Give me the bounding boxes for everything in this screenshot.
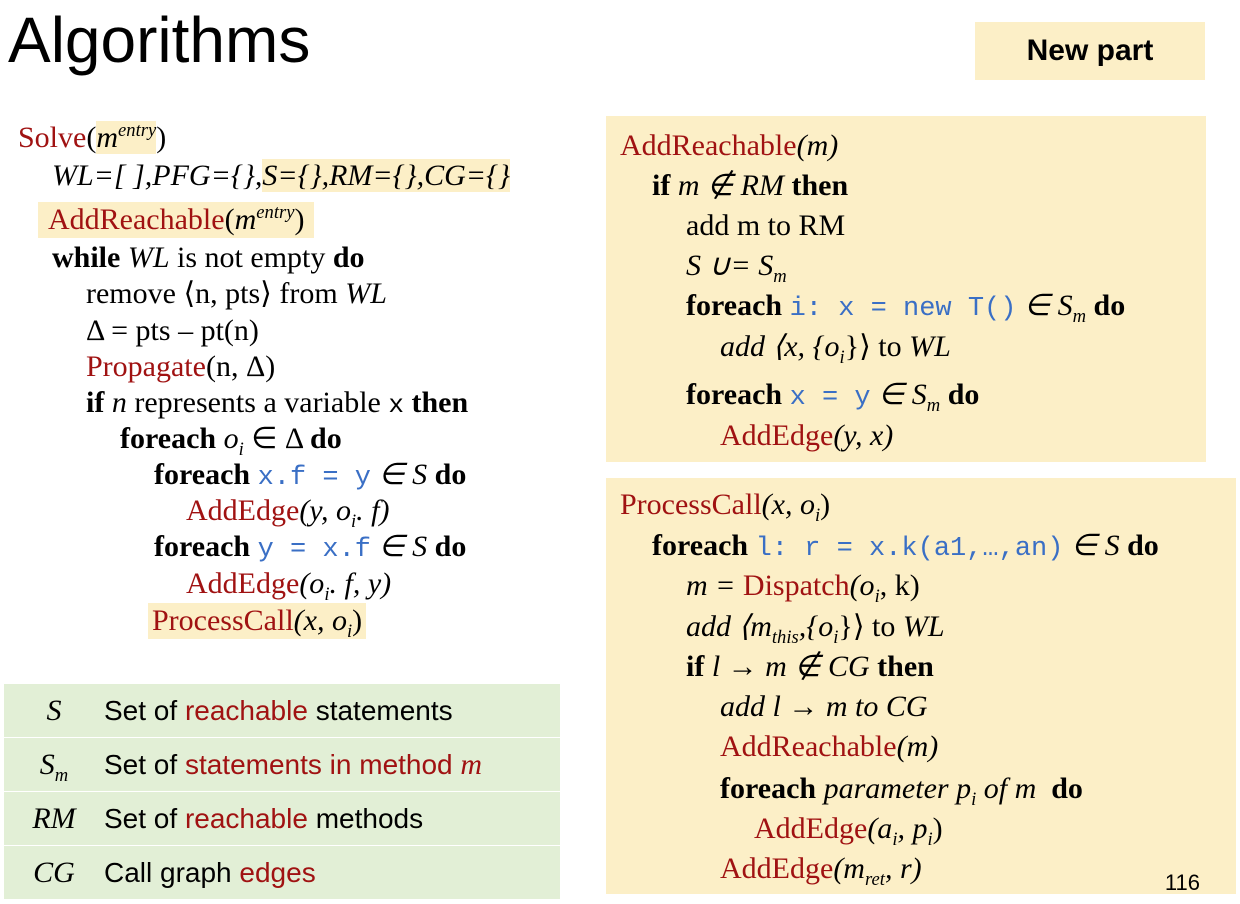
legend-row: CG Call graph edges [4,845,560,900]
processcall-header: ProcessCall(x, oi) [620,488,831,526]
legend-row: Sm Set of statements in method m [4,737,560,792]
processcall-addedge-param: AddEdge(ai, pi) [754,812,943,850]
legend-symbol: RM [32,802,76,835]
solve-init: WL=[ ],PFG={},S={},RM={},CG={} [52,159,511,192]
legend-row: RM Set of reachable methods [4,791,560,846]
solve-addedge-load: AddEdge(oi. f, y) [186,567,392,605]
solve-if: if n represents a variable x then [86,386,469,420]
new-part-badge: New part [975,22,1205,80]
solve-remove: remove ⟨n, pts⟩ from WL [86,277,387,310]
processcall-addreachable: AddReachable(m) [720,730,939,763]
processcall-addedge-ret: AddEdge(mret, r) [720,852,922,890]
addreachable-header: AddReachable(m) [620,129,839,162]
addreachable-add-wl: add ⟨x, {oi}⟩ to WL [720,330,951,368]
processcall-if: if l → m ∉ CG then [686,650,934,683]
processcall-foreach-param: foreach parameter pi of m do [720,772,1083,810]
solve-propagate: Propagate(n, Δ) [86,350,276,383]
addreachable-union: S ∪= Sm [686,249,787,287]
legend-symbol: S [46,694,62,727]
solve-header: Solve(mentry) [18,120,167,154]
legend-description: Set of reachable statements [104,695,453,726]
processcall-add-this: add ⟨mthis,{oi}⟩ to WL [686,610,945,648]
page-number: 116 [1164,870,1200,895]
solve-while: while WL is not empty do [52,241,365,274]
processcall-add-cg: add l → m to CG [720,690,928,723]
solve-addreachable-call: AddReachable(mentry) [38,202,315,238]
legend-symbol: Sm [39,748,69,786]
solve-processcall: ProcessCall(x, oi) [148,603,367,641]
solve-addedge-store: AddEdge(y, oi. f) [186,494,390,532]
addreachable-add-rm: add m to RM [686,209,846,242]
addreachable-foreach-assign: foreach x = y ∈ Sm do [686,378,980,416]
addreachable-addedge: AddEdge(y, x) [720,419,894,452]
processcall-dispatch: m = Dispatch(oi, k) [686,569,920,607]
solve-foreach-store: foreach x.f = y ∈ S do [154,458,467,493]
legend-description: Call graph edges [104,857,316,888]
legend-description: Set of statements in method m [104,748,483,781]
notation-legend: S Set of reachable statements Sm Set of … [4,683,560,899]
slide-title: Algorithms [8,4,311,76]
solve-foreach-oi: foreach oi ∈ Δ do [120,422,342,460]
solve-foreach-load: foreach y = x.f ∈ S do [154,530,467,565]
solve-delta: Δ = pts – pt(n) [86,314,259,347]
addreachable-if: if m ∉ RM then [652,169,849,202]
legend-description: Set of reachable methods [104,803,424,834]
legend-symbol: CG [33,856,75,889]
addreachable-foreach-new: foreach i: x = new T() ∈ Sm do [686,289,1126,327]
legend-row: S Set of reachable statements [4,683,560,738]
processcall-foreach-call: foreach l: r = x.k(a1,…,an) ∈ S do [652,529,1159,564]
